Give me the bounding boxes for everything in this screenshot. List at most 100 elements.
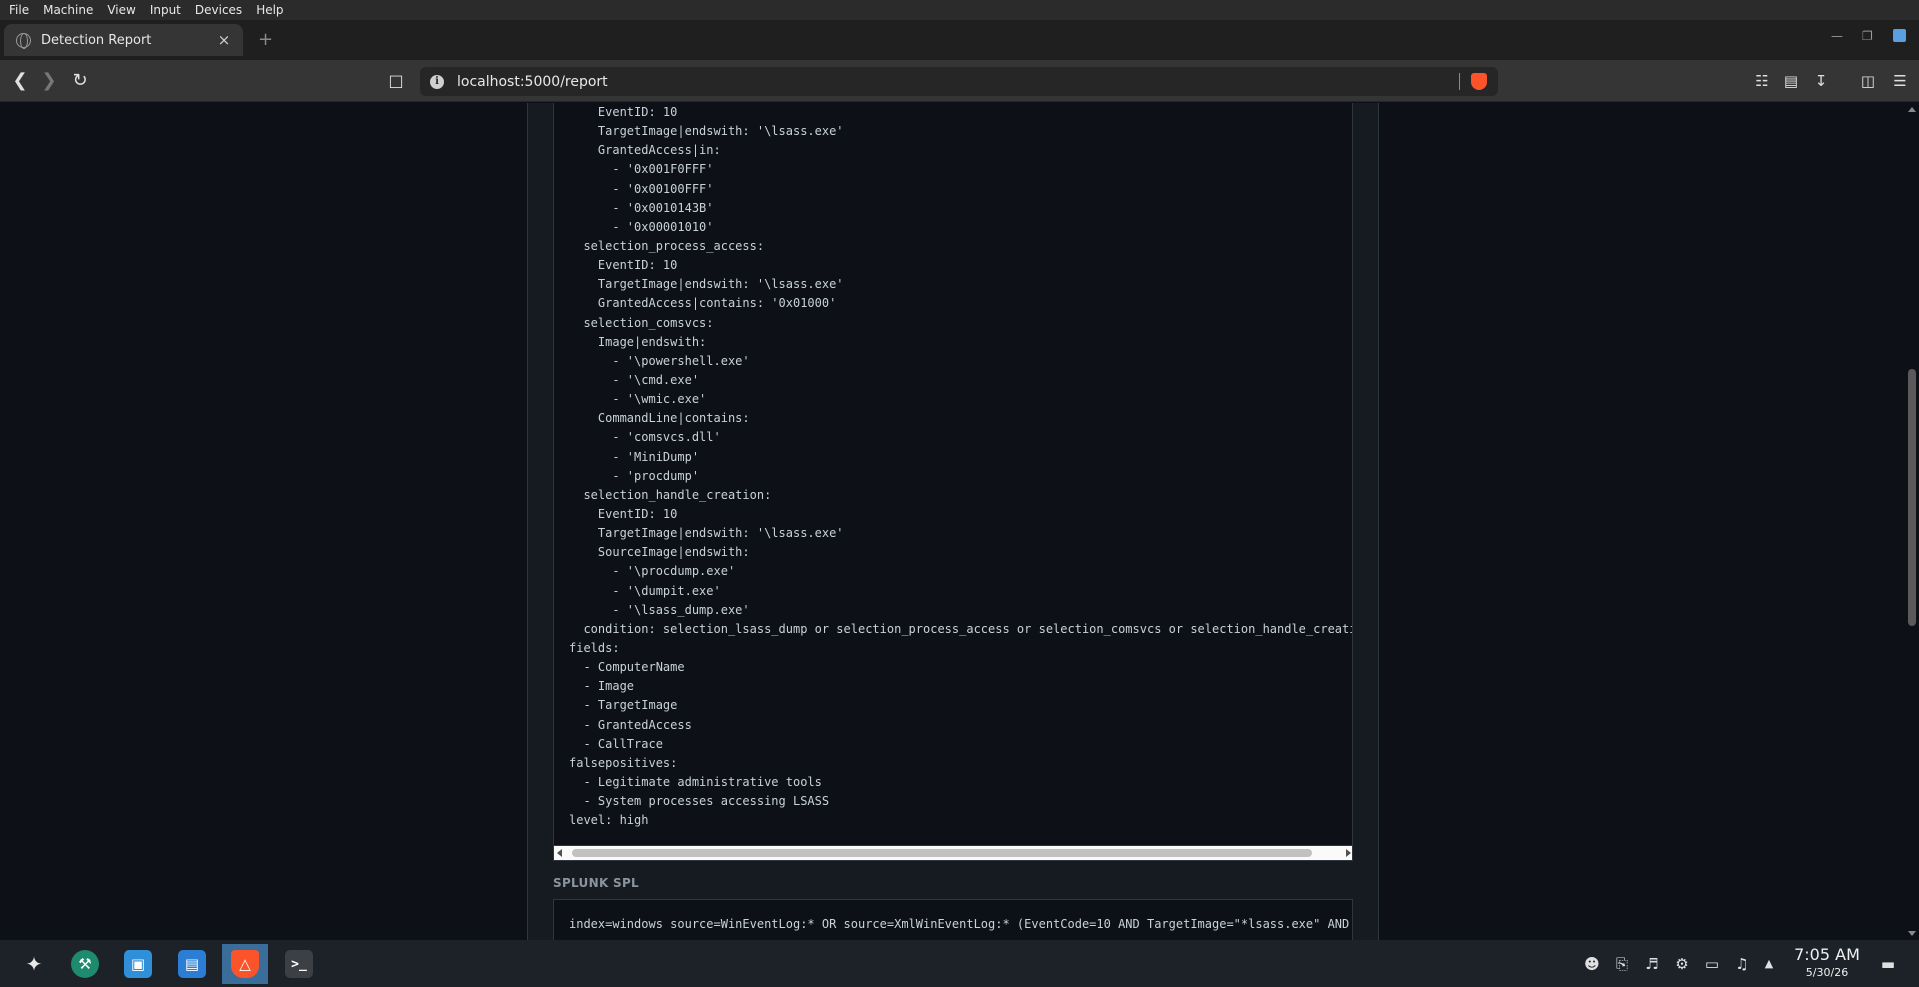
vm-menu-view[interactable]: View (107, 3, 135, 17)
vertical-scrollbar[interactable] (1905, 103, 1919, 940)
clock-date: 5/30/26 (1805, 966, 1849, 979)
show-desktop-icon[interactable]: ▬ (1878, 954, 1898, 974)
taskbar-app-files[interactable]: ▤ (169, 944, 215, 984)
scroll-down-icon[interactable] (1908, 931, 1916, 936)
close-tab-icon[interactable]: × (215, 31, 233, 49)
brave-shields-icon[interactable] (1471, 73, 1487, 90)
code-line: - '\powershell.exe' (569, 353, 750, 368)
code-line: - '\cmd.exe' (569, 372, 700, 387)
code-line: - Legitimate administrative tools (569, 774, 822, 789)
minimize-icon[interactable]: — (1831, 29, 1843, 43)
code-line: - '\lsass_dump.exe' (569, 602, 750, 617)
code-line: - GrantedAccess (569, 717, 692, 732)
code-line: selection_process_access: (569, 238, 765, 253)
address-bar[interactable]: i localhost:5000/report (420, 67, 1498, 96)
code-line: - 'comsvcs.dll' (569, 430, 721, 445)
volume-icon[interactable]: ♬ (1642, 954, 1662, 974)
sigma-rule-codeblock[interactable]: EventID: 10 TargetImage|endswith: '\lsas… (553, 103, 1353, 861)
user-icon[interactable]: ☻ (1582, 954, 1602, 974)
new-tab-button[interactable]: + (258, 29, 273, 50)
taskbar-app-discover[interactable]: ▣ (115, 944, 161, 984)
horizontal-scrollbar[interactable] (554, 845, 1352, 860)
code-line: CommandLine|contains: (569, 411, 750, 426)
code-line: - 'procdump' (569, 468, 700, 483)
horizontal-scroll-thumb[interactable] (572, 849, 1312, 857)
forward-icon[interactable]: ❯ (37, 69, 61, 93)
sidebar-icon[interactable]: ◫ (1858, 71, 1878, 91)
address-divider (1459, 73, 1460, 90)
display-icon[interactable]: ▭ (1702, 954, 1722, 974)
wrench-icon: ⚒ (71, 950, 99, 978)
clock-time: 7:05 AM (1794, 945, 1860, 964)
code-line: - 'MiniDump' (569, 449, 700, 464)
download-icon[interactable]: ↧ (1811, 71, 1831, 91)
code-line: - System processes accessing LSASS (569, 794, 830, 809)
code-line: selection_comsvcs: (569, 315, 714, 330)
sigma-rule-code: EventID: 10 TargetImage|endswith: '\lsas… (569, 103, 1353, 830)
clock[interactable]: 7:05 AM 5/30/26 (1792, 945, 1862, 979)
code-line: - ComputerName (569, 660, 685, 675)
code-line: - '\procdump.exe' (569, 564, 736, 579)
scroll-up-icon[interactable] (1908, 107, 1916, 112)
extensions-icon[interactable]: ☷ (1752, 71, 1772, 91)
code-line: TargetImage|endswith: '\lsass.exe' (569, 526, 844, 541)
code-line: selection_handle_creation: (569, 487, 772, 502)
code-line: TargetImage|endswith: '\lsass.exe' (569, 277, 844, 292)
taskbar-app-brave[interactable]: △ (222, 944, 268, 984)
tray-expand-icon[interactable]: ▲ (1759, 954, 1779, 974)
vm-menu-input[interactable]: Input (150, 3, 181, 17)
browser-tab-strip: Detection Report × + — ❐ (0, 20, 1919, 60)
code-line: - '0x00001010' (569, 219, 714, 234)
code-line: Image|endswith: (569, 334, 707, 349)
splunk-codeblock[interactable]: index=windows source=WinEventLog:* OR so… (553, 899, 1353, 940)
bookmark-icon[interactable]: □ (384, 69, 408, 93)
code-line: TargetImage|endswith: '\lsass.exe' (569, 124, 844, 139)
vm-menu-help[interactable]: Help (256, 3, 283, 17)
globe-icon (16, 32, 31, 49)
site-info-icon[interactable]: i (430, 74, 444, 89)
pin-icon[interactable] (1893, 29, 1906, 42)
code-line: - '0x0010143B' (569, 200, 714, 215)
code-line: - Image (569, 679, 635, 694)
store-icon: ▣ (124, 950, 152, 978)
code-line: - '0x001F0FFF' (569, 162, 714, 177)
tab-title: Detection Report (41, 32, 152, 48)
code-line: EventID: 10 (569, 105, 678, 119)
settings-icon[interactable]: ⚙ (1672, 954, 1692, 974)
speaker-icon[interactable]: ♫ (1732, 954, 1752, 974)
code-line: SourceImage|endswith: (569, 545, 750, 560)
restore-icon[interactable]: ❐ (1862, 29, 1873, 43)
back-icon[interactable]: ❮ (8, 69, 32, 93)
code-line: - CallTrace (569, 736, 663, 751)
launcher-icon: ✦ (25, 952, 43, 976)
code-line: - '\wmic.exe' (569, 392, 707, 407)
browser-toolbar: ❮ ❯ ↻ □ i localhost:5000/report ☷ ▤ ↧ ◫ … (0, 60, 1919, 102)
code-line: - TargetImage (569, 698, 678, 713)
app-launcher-button[interactable]: ✦ (11, 944, 57, 984)
vm-menu-bar: File Machine View Input Devices Help (0, 0, 1919, 20)
vm-menu-file[interactable]: File (9, 3, 29, 17)
code-line: - '0x00100FFF' (569, 181, 714, 196)
code-line: fields: (569, 640, 620, 655)
scroll-right-icon[interactable] (1346, 849, 1351, 857)
wallet-icon[interactable]: ▤ (1781, 71, 1801, 91)
taskbar: ✦ ⚒ ▣ ▤ △ >_ ☻ ⎘ ♬ ⚙ ▭ ♫ ▲ 7:05 AM 5/30/… (0, 940, 1919, 987)
code-line: condition: selection_lsass_dump or selec… (569, 621, 1353, 636)
tab-detection-report[interactable]: Detection Report × (4, 24, 243, 56)
code-line: GrantedAccess|in: (569, 143, 721, 158)
taskbar-app-system-tools[interactable]: ⚒ (62, 944, 108, 984)
url-text[interactable]: localhost:5000/report (457, 74, 608, 90)
splunk-query: index=windows source=WinEventLog:* OR so… (569, 917, 1350, 931)
vertical-scroll-thumb[interactable] (1908, 369, 1916, 626)
scroll-left-icon[interactable] (557, 849, 562, 857)
code-line: EventID: 10 (569, 258, 678, 273)
vm-menu-machine[interactable]: Machine (43, 3, 93, 17)
code-line: GrantedAccess|contains: '0x01000' (569, 296, 837, 311)
clipboard-icon[interactable]: ⎘ (1612, 954, 1632, 974)
vm-menu-devices[interactable]: Devices (195, 3, 242, 17)
reload-icon[interactable]: ↻ (68, 69, 92, 93)
menu-icon[interactable]: ☰ (1890, 71, 1910, 91)
folder-icon: ▤ (178, 950, 206, 978)
brave-icon: △ (231, 950, 259, 978)
taskbar-app-terminal[interactable]: >_ (276, 944, 322, 984)
